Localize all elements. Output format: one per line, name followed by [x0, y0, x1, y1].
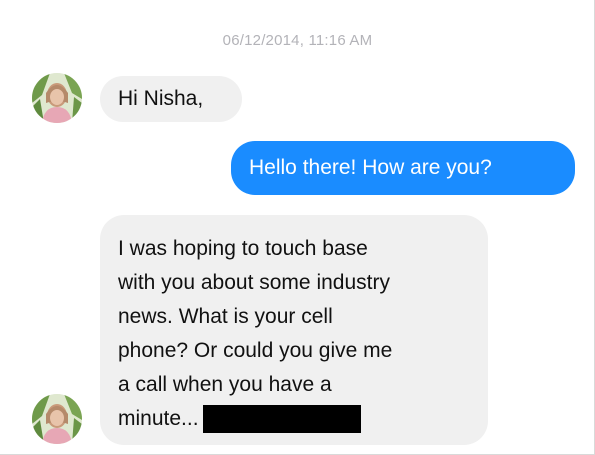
message-timestamp: 06/12/2014, 11:16 AM [222, 32, 373, 49]
redaction-block [202, 405, 361, 434]
chat-window: 06/12/2014, 11:16 AM Hi Nisha, Hello the… [0, 0, 595, 455]
outgoing-message-bubble[interactable]: Hello there! How are you? [231, 141, 575, 195]
message-line: I was hoping to touch base [118, 237, 368, 260]
message-text: minute... [118, 407, 199, 430]
avatar-photo-icon [32, 394, 82, 444]
message-text: Hello there! How are you? [249, 156, 492, 179]
contact-avatar[interactable] [32, 394, 82, 444]
message-line: news. What is your cell [118, 305, 333, 328]
message-line: phone? Or could you give me [118, 339, 393, 362]
incoming-message-bubble[interactable]: I was hoping to touch base with you abou… [100, 215, 488, 445]
message-line: with you about some industry [118, 271, 390, 294]
message-line: a call when you have a [118, 373, 332, 396]
avatar-photo-icon [32, 73, 82, 123]
message-text: Hi Nisha, [118, 87, 204, 110]
message-last-line: minute... [118, 402, 470, 436]
contact-avatar[interactable] [32, 73, 82, 123]
incoming-message-bubble[interactable]: Hi Nisha, [100, 76, 242, 122]
